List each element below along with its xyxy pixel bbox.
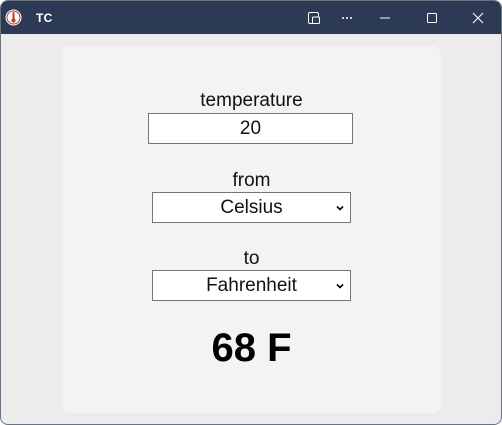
to-unit-value: Fahrenheit [206, 275, 297, 296]
title-bar[interactable]: TC [1, 1, 501, 34]
close-icon [472, 12, 484, 23]
conversion-result: 68 F [211, 326, 292, 370]
from-unit-value: Celsius [220, 197, 283, 218]
maximize-button[interactable] [415, 1, 449, 34]
more-icon [342, 16, 352, 19]
close-button[interactable] [461, 1, 495, 34]
more-button[interactable] [330, 1, 364, 34]
pin-button[interactable] [297, 1, 331, 34]
to-unit-select[interactable]: Fahrenheit [152, 270, 351, 301]
minimize-button[interactable] [368, 1, 402, 34]
chevron-down-icon [336, 283, 344, 289]
thermometer-app-icon [5, 9, 22, 26]
window-title: TC [36, 11, 53, 25]
to-label: to [243, 248, 260, 269]
pin-icon [308, 11, 320, 24]
from-label: from [232, 170, 271, 191]
app-window: TC temperature 20 from Celsius to Fahren… [0, 0, 502, 425]
converter-panel: temperature 20 from Celsius to Fahrenhei… [62, 46, 441, 413]
temperature-input[interactable]: 20 [148, 113, 353, 144]
minimize-icon [380, 17, 390, 18]
maximize-icon [427, 12, 437, 23]
temperature-label: temperature [200, 90, 303, 111]
chevron-down-icon [336, 205, 344, 211]
from-unit-select[interactable]: Celsius [152, 192, 351, 223]
